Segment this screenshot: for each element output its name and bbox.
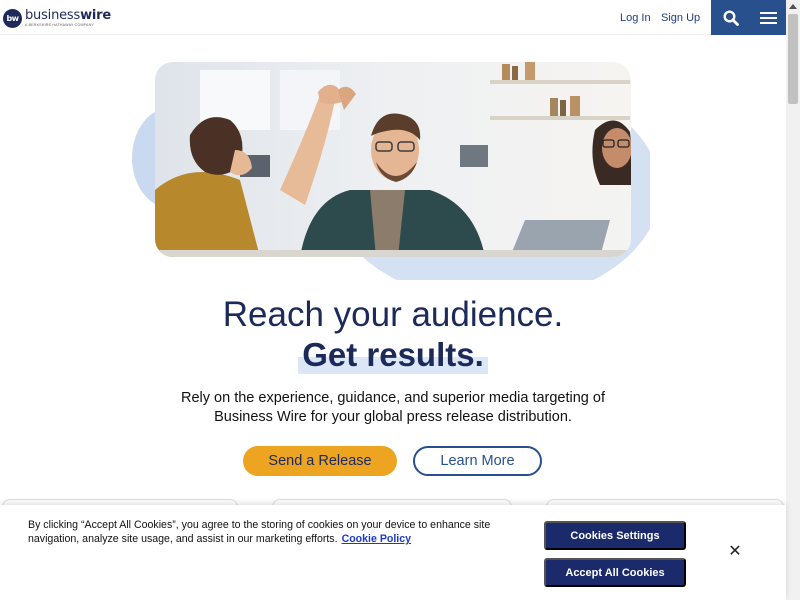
hamburger-menu-icon <box>760 11 777 24</box>
accept-all-cookies-button[interactable]: Accept All Cookies <box>544 558 686 587</box>
logo-mark-icon: bw <box>3 9 22 28</box>
close-icon[interactable]: ✕ <box>728 543 742 559</box>
scroll-thumb[interactable] <box>788 14 798 104</box>
site-header: bw businesswire A BERKSHIRE HATHAWAY COM… <box>0 0 786 35</box>
logo-tagline: A BERKSHIRE HATHAWAY COMPANY <box>25 23 94 27</box>
logo-wordmark: businesswire <box>25 9 111 22</box>
businesswire-logo[interactable]: bw businesswire A BERKSHIRE HATHAWAY COM… <box>3 9 111 28</box>
hero-subtitle-text: Get results. <box>298 336 488 374</box>
logo-text: businesswire A BERKSHIRE HATHAWAY COMPAN… <box>25 9 111 27</box>
signup-link[interactable]: Sign Up <box>661 12 700 24</box>
learn-more-button[interactable]: Learn More <box>413 446 542 476</box>
hero-subtitle: Get results. <box>0 336 786 374</box>
scroll-up-arrow-icon[interactable] <box>789 4 797 9</box>
search-button[interactable] <box>711 0 751 35</box>
logo-word-business: business <box>25 8 81 23</box>
hero-title: Reach your audience. <box>222 295 564 334</box>
cookie-consent-banner: By clicking “Accept All Cookies”, you ag… <box>0 505 786 600</box>
hero-description: Rely on the experience, guidance, and su… <box>181 390 605 425</box>
cookie-notice-text: By clicking “Accept All Cookies”, you ag… <box>28 519 491 545</box>
logo-word-wire: wire <box>80 8 111 23</box>
page-scrollbar[interactable] <box>786 0 800 600</box>
logo-mark-text: bw <box>6 14 19 23</box>
hero-image <box>132 62 650 280</box>
cookie-notice: By clicking “Accept All Cookies”, you ag… <box>28 518 518 546</box>
hero-photo <box>155 62 631 257</box>
cookies-settings-button[interactable]: Cookies Settings <box>544 521 686 550</box>
menu-button[interactable] <box>751 0 786 35</box>
login-link[interactable]: Log In <box>620 12 651 24</box>
cookie-policy-link[interactable]: Cookie Policy <box>342 533 411 545</box>
search-icon <box>723 9 739 26</box>
send-release-button[interactable]: Send a Release <box>243 446 397 476</box>
